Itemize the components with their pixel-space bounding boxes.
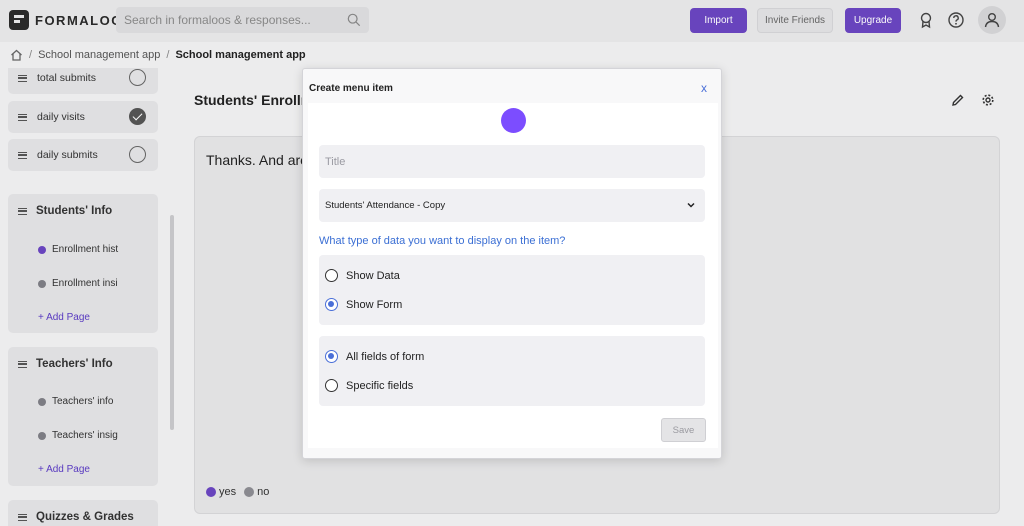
radio-show-form[interactable]: Show Form [325,298,402,311]
form-select-value: Students' Attendance - Copy [325,200,446,211]
icon-picker[interactable] [501,108,526,133]
display-type-group: Show Data Show Form [319,255,705,325]
display-type-question: What type of data you want to display on… [319,235,566,247]
fields-scope-group: All fields of form Specific fields [319,336,705,406]
radio-show-data-control[interactable] [325,269,338,282]
radio-all-fields-control[interactable] [325,350,338,363]
modal-body: Students' Attendance - Copy What type of… [308,103,718,448]
radio-all-fields[interactable]: All fields of form [325,350,424,363]
radio-specific-fields[interactable]: Specific fields [325,379,413,392]
title-input[interactable] [319,145,705,178]
modal-title: Create menu item [309,83,393,94]
form-select[interactable]: Students' Attendance - Copy [319,189,705,222]
close-button[interactable]: x [701,81,707,95]
radio-specific-fields-control[interactable] [325,379,338,392]
chevron-down-icon [687,202,695,208]
radio-show-data[interactable]: Show Data [325,269,400,282]
radio-show-form-control[interactable] [325,298,338,311]
save-button[interactable]: Save [661,418,706,442]
create-menu-item-modal: Create menu item x Students' Attendance … [302,68,722,459]
